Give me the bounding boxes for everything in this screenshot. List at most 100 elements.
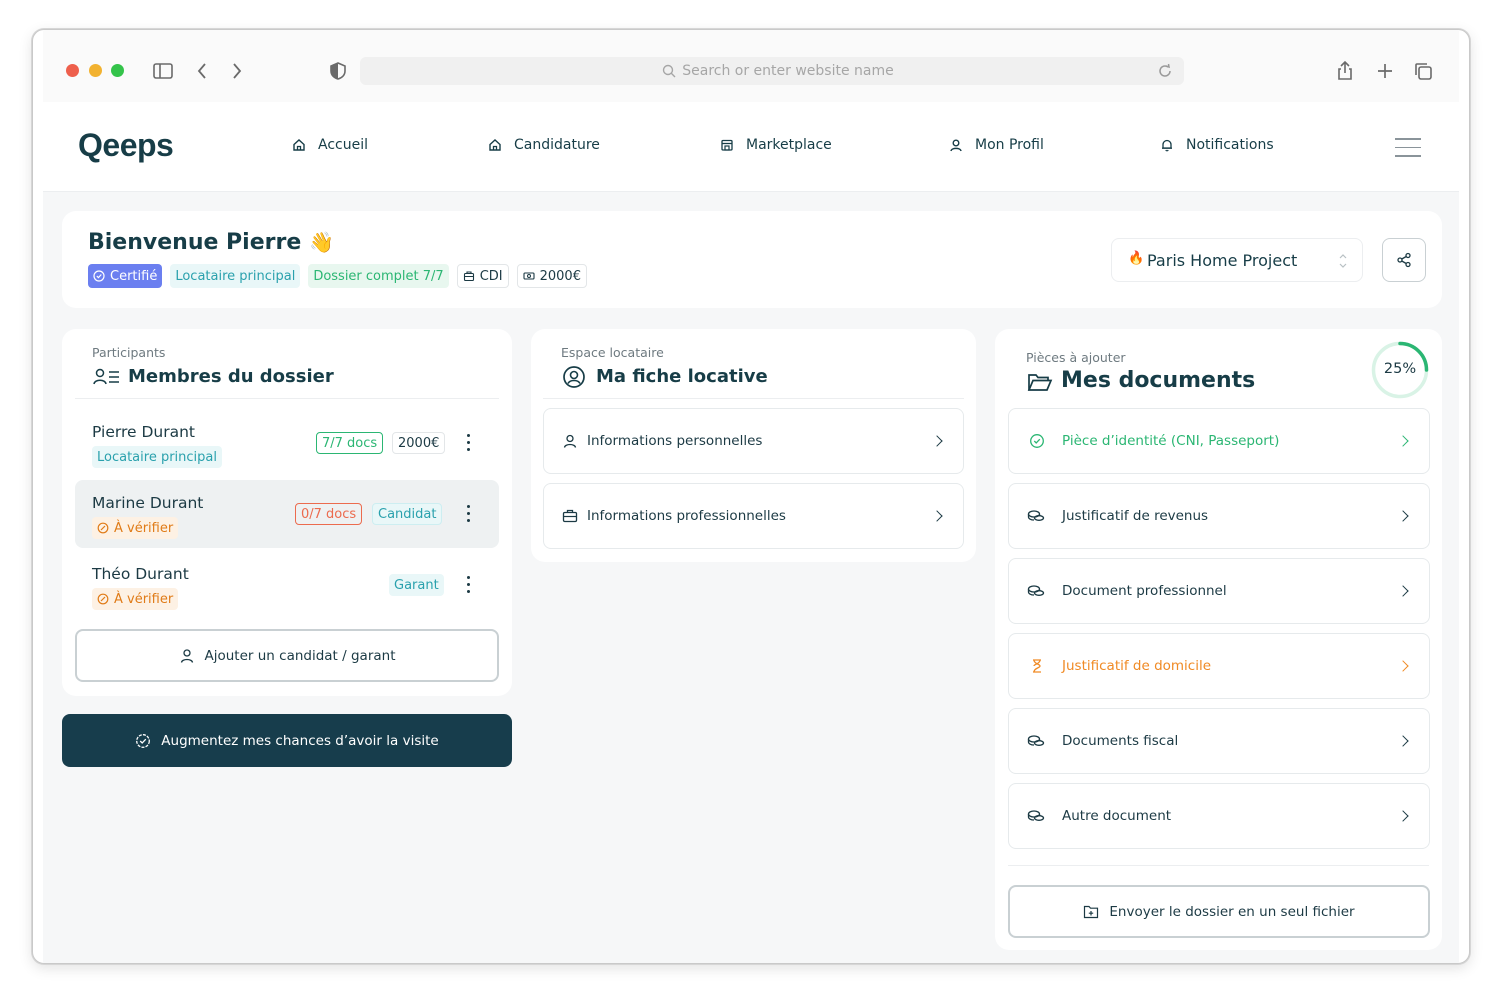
welcome-tags: Certifié Locataire principal Dossier com… [88, 264, 587, 288]
to-verify-label: À vérifier [114, 591, 174, 607]
doc-row-professional[interactable]: Document professionnel [1008, 558, 1430, 624]
tabs-overview-icon[interactable] [1412, 60, 1434, 82]
back-icon[interactable] [192, 60, 214, 82]
fire-icon: 🔥 [1128, 251, 1145, 266]
browser-inner: Search or enter website name Qeeps Accue… [43, 30, 1459, 963]
to-verify-badge: À vérifier [92, 588, 179, 610]
share-project-button[interactable] [1382, 238, 1426, 282]
doc-row-identity[interactable]: Pièce d’identité (CNI, Passeport) [1008, 408, 1430, 474]
share-icon[interactable] [1334, 60, 1356, 82]
certified-label: Certifié [110, 268, 158, 284]
more-options-icon[interactable] [467, 576, 471, 594]
documents-card: Pièces à ajouter Mes documents 25% Pièce… [995, 329, 1442, 950]
chevron-right-icon [1397, 810, 1409, 822]
welcome-title-text: Bienvenue Pierre [88, 230, 302, 255]
divider [543, 398, 964, 399]
app-logo[interactable]: Qeeps [78, 127, 174, 164]
badge-alert-icon [97, 522, 109, 534]
progress-percentage: 25% [1383, 361, 1417, 377]
minimize-window-button[interactable] [89, 64, 102, 77]
nav-item-marketplace[interactable]: Marketplace [720, 137, 832, 153]
project-select[interactable]: 🔥 Paris Home Project [1111, 238, 1363, 282]
doc-row-tax[interactable]: Documents fiscal [1008, 708, 1430, 774]
maximize-window-button[interactable] [111, 64, 124, 77]
sidebar-toggle-icon[interactable] [152, 60, 174, 82]
close-window-button[interactable] [66, 64, 79, 77]
member-role-badge: Locataire principal [92, 446, 222, 468]
doc-label: Documents fiscal [1062, 733, 1179, 749]
to-verify-badge: À vérifier [92, 517, 179, 539]
banknote-icon [523, 272, 535, 280]
share-nodes-icon [1397, 252, 1411, 268]
folder-open-icon [1027, 374, 1053, 391]
more-options-icon[interactable] [467, 434, 471, 452]
member-row-theo[interactable]: Théo Durant À vérifier Garant [75, 551, 499, 619]
hourglass-icon [1033, 659, 1041, 673]
boost-chances-button[interactable]: Augmentez mes chances d’avoir la visite [62, 714, 512, 767]
doc-row-address[interactable]: Justificatif de domicile [1008, 633, 1430, 699]
coins-icon [1027, 810, 1045, 821]
nav-label: Candidature [514, 137, 600, 153]
nav-item-notifications[interactable]: Notifications [1160, 137, 1274, 153]
add-member-label: Ajouter un candidat / garant [204, 647, 396, 664]
nav-label: Mon Profil [975, 137, 1044, 153]
coins-icon [1027, 510, 1045, 521]
nav-label: Marketplace [746, 137, 832, 153]
contract-badge: CDI [456, 264, 509, 288]
fiche-title: Ma fiche locative [596, 366, 768, 387]
project-select-value: Paris Home Project [1147, 251, 1298, 270]
personal-info-row[interactable]: Informations personnelles [543, 408, 964, 474]
doc-row-other[interactable]: Autre document [1008, 783, 1430, 849]
bell-icon [1162, 139, 1172, 152]
chevron-right-icon [931, 510, 943, 522]
dossier-complete-badge: Dossier complet 7/7 [308, 264, 449, 288]
new-tab-icon[interactable] [1374, 60, 1396, 82]
more-options-icon[interactable] [467, 505, 471, 523]
address-placeholder: Search or enter website name [682, 63, 894, 79]
address-bar[interactable]: Search or enter website name [360, 57, 1184, 85]
nav-item-accueil[interactable]: Accueil [292, 137, 368, 153]
store-icon [721, 139, 733, 151]
personal-info-label: Informations personnelles [587, 433, 763, 449]
nav-item-candidature[interactable]: Candidature [488, 137, 600, 153]
contract-label: CDI [479, 268, 503, 284]
briefcase-icon [562, 509, 578, 523]
member-role-badge: Candidat [372, 503, 443, 525]
coins-icon [1027, 735, 1045, 746]
professional-info-label: Informations professionnelles [587, 508, 786, 524]
documents-title: Mes documents [1061, 368, 1256, 393]
chevron-right-icon [1397, 585, 1409, 597]
users-list-icon [93, 368, 119, 385]
app-navbar: Qeeps Accueil Candidature Marketplace Mo… [43, 102, 1459, 192]
send-dossier-button[interactable]: Envoyer le dossier en un seul fichier [1008, 885, 1430, 938]
briefcase-icon [463, 271, 474, 282]
coins-icon [1027, 585, 1045, 596]
boost-chances-label: Augmentez mes chances d’avoir la visite [161, 732, 439, 749]
certified-badge: Certifié [88, 264, 163, 288]
member-name: Théo Durant [92, 565, 189, 583]
nav-item-mon-profil[interactable]: Mon Profil [949, 137, 1044, 153]
professional-info-row[interactable]: Informations professionnelles [543, 483, 964, 549]
doc-label: Document professionnel [1062, 583, 1227, 599]
fiche-kicker: Espace locataire [561, 345, 664, 360]
chevron-right-icon [1397, 435, 1409, 447]
browser-window: Search or enter website name Qeeps Accue… [32, 29, 1470, 964]
badge-check-icon [93, 270, 105, 282]
members-kicker: Participants [92, 345, 166, 360]
income-label: 2000€ [539, 268, 581, 284]
forward-icon[interactable] [225, 60, 247, 82]
docs-count-badge: 7/7 docs [316, 432, 384, 454]
shield-icon[interactable] [327, 60, 349, 82]
add-member-button[interactable]: Ajouter un candidat / garant [75, 629, 499, 682]
nav-label: Accueil [318, 137, 368, 153]
member-row-marine[interactable]: Marine Durant À vérifier 0/7 docs Candid… [75, 480, 499, 548]
divider [75, 398, 499, 399]
wave-emoji: 👋 [308, 230, 334, 254]
role-badge: Locataire principal [170, 264, 301, 288]
menu-hamburger-icon[interactable] [1395, 138, 1421, 158]
reload-icon[interactable] [1156, 62, 1174, 80]
doc-row-income[interactable]: Justificatif de revenus [1008, 483, 1430, 549]
member-row-pierre[interactable]: Pierre Durant Locataire principal 7/7 do… [75, 409, 499, 477]
chevron-updown-icon [1339, 254, 1347, 268]
to-verify-label: À vérifier [114, 520, 174, 536]
